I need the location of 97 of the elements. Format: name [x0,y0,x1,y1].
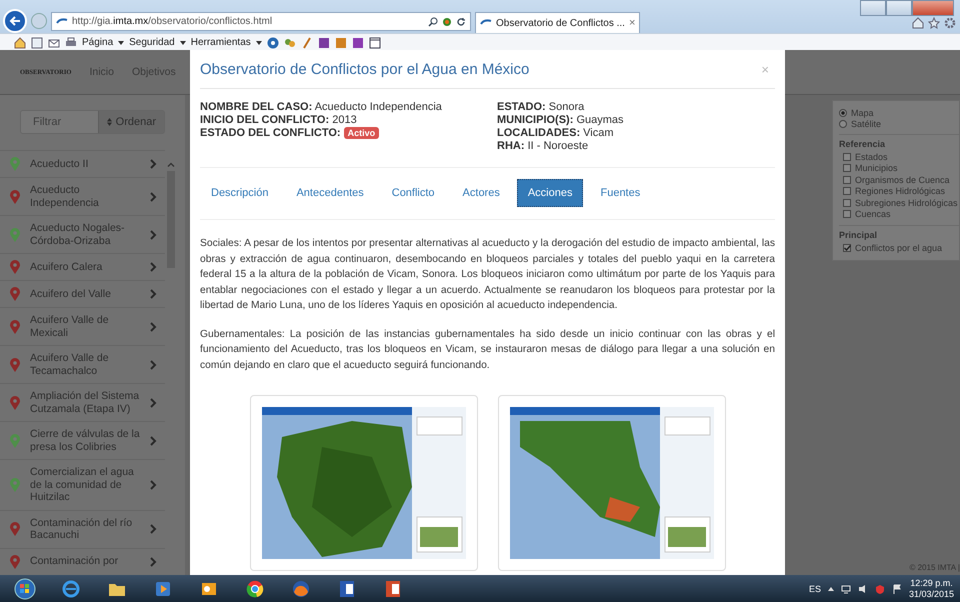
slides-icon [384,580,402,598]
modal-title: Observatorio de Conflictos por el Agua en México [200,60,530,78]
field-label: INICIO DEL CONFLICTO: [200,114,330,126]
conflict-list-item[interactable]: Acuifero Valle de Tecamachalco [0,345,165,383]
layer-checkbox[interactable]: Regiones Hidrológicas [839,186,959,197]
mail-icon[interactable] [48,36,60,48]
conflict-list-item[interactable]: Cierre de válvulas de la presa los Colibries [0,421,165,459]
chevron-right-icon [150,480,157,490]
tab[interactable]: Acciones [516,179,584,207]
page-icon [56,16,68,26]
close-button[interactable]: × [761,62,769,76]
language-indicator[interactable]: ES [808,584,821,594]
layer-checkbox[interactable]: Organismos de Cuenca [839,174,959,186]
layer-checkbox[interactable]: Municipios [839,162,959,174]
url-text: http://gia.imta.mx/observatorio/conflictos.html [72,16,274,27]
chevron-right-icon [150,230,157,240]
menu-button[interactable]: Seguridad [129,37,175,48]
radio-option[interactable]: Mapa [839,107,959,118]
conflict-list-item[interactable]: Contaminación del río Bacanuchi [0,510,165,548]
orb-icon [14,578,36,600]
tab[interactable]: Fuentes [589,179,652,207]
caret-down-icon [118,40,124,44]
chevron-right-icon [150,322,157,332]
chevron-right-icon [150,360,157,370]
chevron-right-icon [150,262,157,272]
network-icon[interactable] [840,584,851,594]
caret-down-icon [256,40,262,44]
tab[interactable]: Conflicto [380,179,446,207]
menu-button[interactable]: Herramientas [190,37,251,48]
field-label: ESTADO DEL CONFLICTO: [200,127,341,139]
tab-close-button[interactable]: × [628,17,636,29]
document-icon [338,580,356,598]
conflict-list-item[interactable]: Acuifero Calera [0,253,165,280]
gear-icon[interactable] [944,17,956,29]
conflict-list-item[interactable]: Acueducto II [0,150,165,177]
field-value: Sonora [548,101,584,113]
e-logo-icon [62,580,80,598]
back-button[interactable] [3,9,27,33]
field-value: Acueducto Independencia [314,101,442,113]
search-icon[interactable] [428,16,438,26]
refresh-icon[interactable] [456,16,466,26]
browser-tab[interactable]: Observatorio de Conflictos ... × [475,12,640,33]
tab[interactable]: Actores [452,179,511,207]
menu-button[interactable]: Página [82,37,114,48]
star-icon[interactable] [928,17,940,29]
layer-checkbox[interactable]: Cuencas [839,208,959,220]
printer-icon[interactable] [65,36,77,48]
paragraph: Gubernamentales: La posición de las instancias gubernamentales ha sido desde un inicio continuar con las obras y el funcionamiento del Acueducto, tras los bloqueos en Vicam, se instauraron mesas de diálogo para llegar a una solución en común dejando en claro que el acueducto seguirá funcionando. [200,328,775,372]
field-label: LOCALIDADES: [497,127,580,139]
play-square-icon [154,580,172,598]
paragraph: Sociales: A pesar de los intentos por presentar alternativas al acueducto y la derogación del estudio de impacto ambiental, las obras y extracción de agua continuaron, desembocando en bloqueos parciales y totales del pueblo yaqui en la carretera federal 15 a la altura de la población de Vicam, Sonora. Los bloqueos iniciaron como ultimátum por parte de los Yaquis para entablar negociaciones con el estado y llegar a un acuerdo. Actualmente se reanudaron los bloqueos para protestar por la libertad de Mario Luna, uno de los líderes Yaquis en oposición al acueducto independencia. [200,237,775,313]
field-label: ESTADO: [497,101,546,113]
field-label: RHA: [497,140,524,152]
ring-logo-icon [246,580,264,598]
tab-title: Observatorio de Conflictos ... [496,18,625,28]
tab[interactable]: Descripción [200,179,280,207]
arrow-left-icon [9,15,21,27]
clock-date[interactable]: 31/03/2015 [908,588,954,600]
layer-checkbox[interactable]: Estados [839,151,959,162]
shield-icon[interactable] [874,584,885,594]
field-value: II - Noroeste [528,140,588,152]
chevron-right-icon [150,556,157,566]
chevron-right-icon [150,398,157,408]
conflict-list-item[interactable]: Comercializan el agua de la comunidad de Huitzilac [0,459,165,510]
tab[interactable]: Antecedentes [285,179,375,207]
caret-down-icon [180,40,186,44]
field-value: Vicam [583,127,614,139]
address-bar[interactable]: http://gia.imta.mx/observatorio/conflictos.html [51,12,471,31]
clock-time[interactable]: 12:29 p.m. [910,578,953,588]
caret-up-icon[interactable] [828,586,834,590]
layer-checkbox[interactable]: Conflictos por el agua [839,242,959,254]
conflict-list-item[interactable]: Acuifero del Valle [0,280,165,307]
chevron-right-icon [150,524,157,534]
field-label: MUNICIPIO(S): [497,114,574,126]
field-value: 2013 [332,114,357,126]
minimize-button[interactable] [860,0,886,16]
chevron-up-icon [167,162,175,167]
restore-button[interactable] [886,0,912,16]
radio-option[interactable]: Satélite [839,118,959,129]
conflict-list-item[interactable]: Acueducto Nogales-Córdoba-Orizaba [0,215,165,253]
conflict-list-item[interactable]: Ampliación del Sistema Cutzamala (Etapa IV) [0,383,165,421]
speaker-icon[interactable] [858,584,868,594]
field-value: Guaymas [576,114,624,126]
status-badge: Activo [344,127,380,139]
window-icon[interactable] [368,36,381,48]
flag-icon[interactable] [892,584,902,594]
check-icon [844,244,850,251]
layer-checkbox[interactable]: Subregiones Hidrológicas [839,197,959,208]
chevron-right-icon [150,192,157,202]
chevron-right-icon [150,436,157,446]
field-label: NOMBRE DEL CASO: [200,101,312,113]
section-heading: Principal [839,230,878,240]
chevron-right-icon [150,289,157,299]
chevron-right-icon [150,159,157,169]
conflict-list-item[interactable]: Acueducto Independencia [0,177,165,215]
conflict-list-item[interactable]: Acuifero Valle de Mexicali [0,307,165,345]
section-heading: Referencia [839,139,886,149]
